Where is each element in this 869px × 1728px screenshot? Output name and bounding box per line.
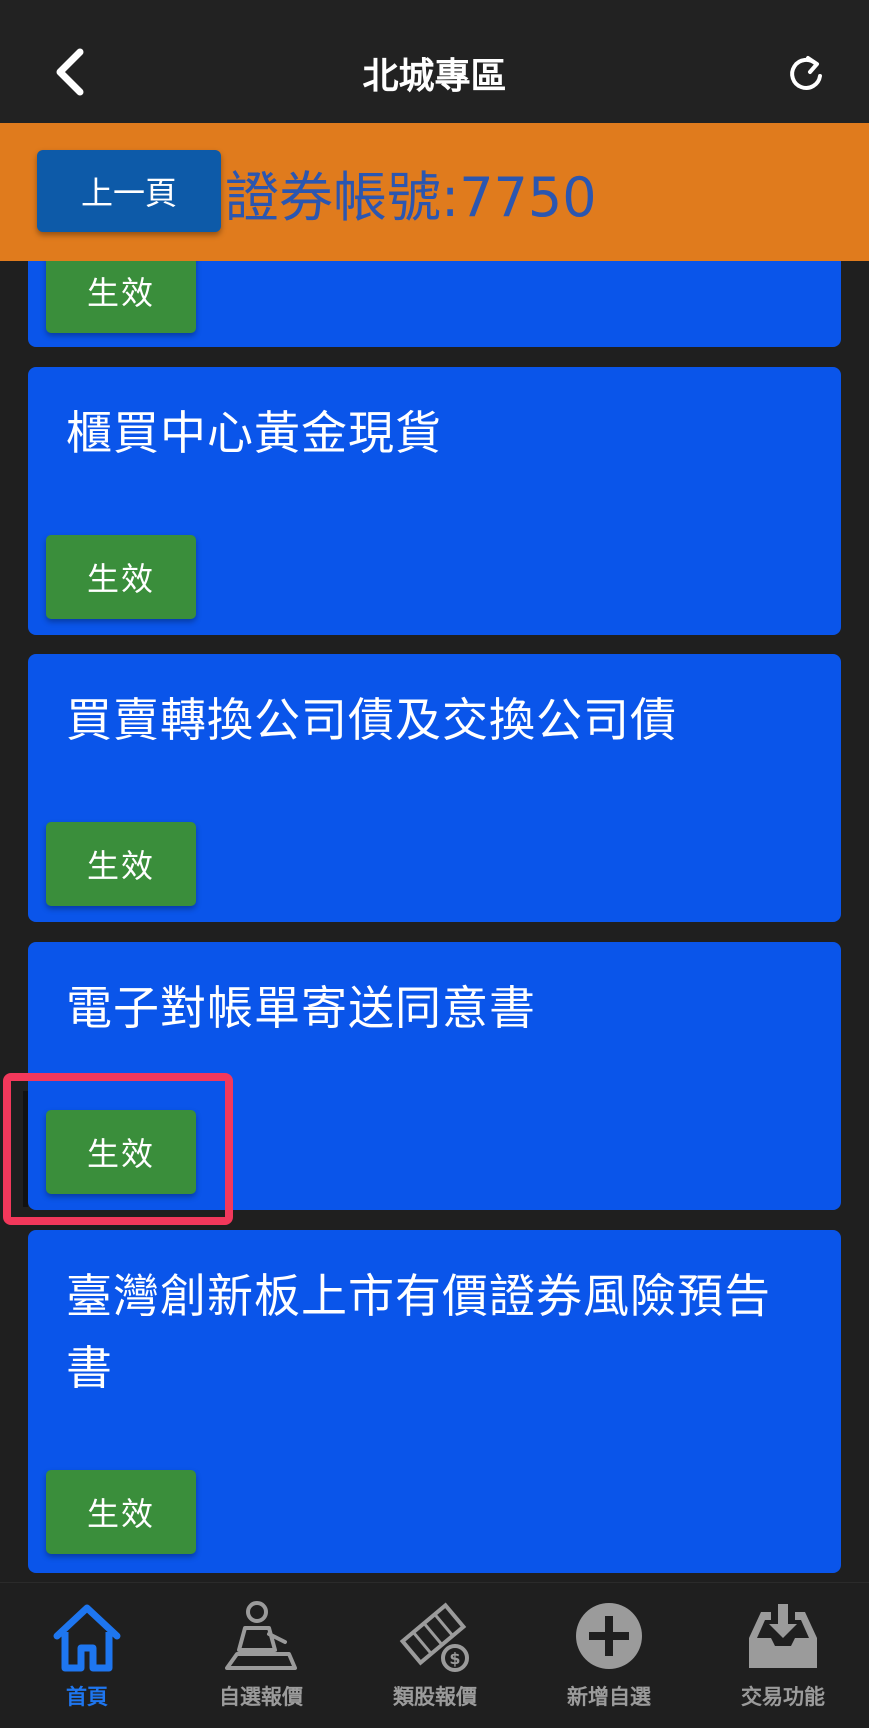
previous-page-button[interactable]: 上一頁 xyxy=(37,150,221,232)
nav-label: 首頁 xyxy=(66,1685,108,1709)
refresh-icon xyxy=(790,56,822,90)
chevron-left-icon xyxy=(56,48,84,96)
agreement-card: 買賣轉換公司債及交換公司債 生效 xyxy=(28,654,841,922)
card-title: 櫃買中心黃金現貨 xyxy=(66,406,442,460)
effective-button[interactable]: 生效 xyxy=(46,1110,196,1194)
back-button[interactable] xyxy=(40,36,100,108)
nav-item-sector-quotes[interactable]: $ 類股報價 xyxy=(348,1583,522,1728)
nav-label: 自選報價 xyxy=(219,1685,303,1709)
agreement-card: 電子對帳單寄送同意書 生效 xyxy=(28,942,841,1210)
card-title: 電子對帳單寄送同意書 xyxy=(66,981,536,1035)
effective-button[interactable]: 生效 xyxy=(46,249,196,333)
nav-item-add-watchlist[interactable]: 新增自選 xyxy=(522,1583,696,1728)
nav-item-trading[interactable]: 交易功能 xyxy=(696,1583,869,1728)
agreement-card: 臺灣創新板上市有價證券風險預告書 生效 xyxy=(28,1230,841,1573)
home-icon xyxy=(44,1593,130,1679)
effective-button[interactable]: 生效 xyxy=(46,1470,196,1554)
account-bar: 上一頁 證券帳號:7750 xyxy=(0,123,869,261)
nav-item-home[interactable]: 首頁 xyxy=(0,1583,174,1728)
effective-button[interactable]: 生效 xyxy=(46,535,196,619)
nav-label: 類股報價 xyxy=(393,1685,477,1709)
effective-button[interactable]: 生效 xyxy=(46,822,196,906)
top-bar xyxy=(0,0,869,123)
svg-text:$: $ xyxy=(449,1649,460,1668)
nav-label: 新增自選 xyxy=(567,1685,651,1709)
refresh-button[interactable] xyxy=(771,36,841,112)
nav-label: 交易功能 xyxy=(741,1685,825,1709)
plus-circle-icon xyxy=(566,1593,652,1679)
account-number: 證券帳號:7750 xyxy=(225,165,597,229)
download-tray-icon xyxy=(740,1593,826,1679)
nav-item-watchlist-quotes[interactable]: 自選報價 xyxy=(174,1583,348,1728)
film-coin-icon: $ xyxy=(392,1593,478,1679)
bottom-nav: 首頁 自選報價 $ 類股報價 新增自選 交易功能 xyxy=(0,1582,869,1728)
card-title: 臺灣創新板上市有價證券風險預告書 xyxy=(66,1269,771,1395)
person-at-desk-icon xyxy=(218,1593,304,1679)
card-title: 買賣轉換公司債及交換公司債 xyxy=(66,693,677,747)
agreement-card: 櫃買中心黃金現貨 生效 xyxy=(28,367,841,635)
